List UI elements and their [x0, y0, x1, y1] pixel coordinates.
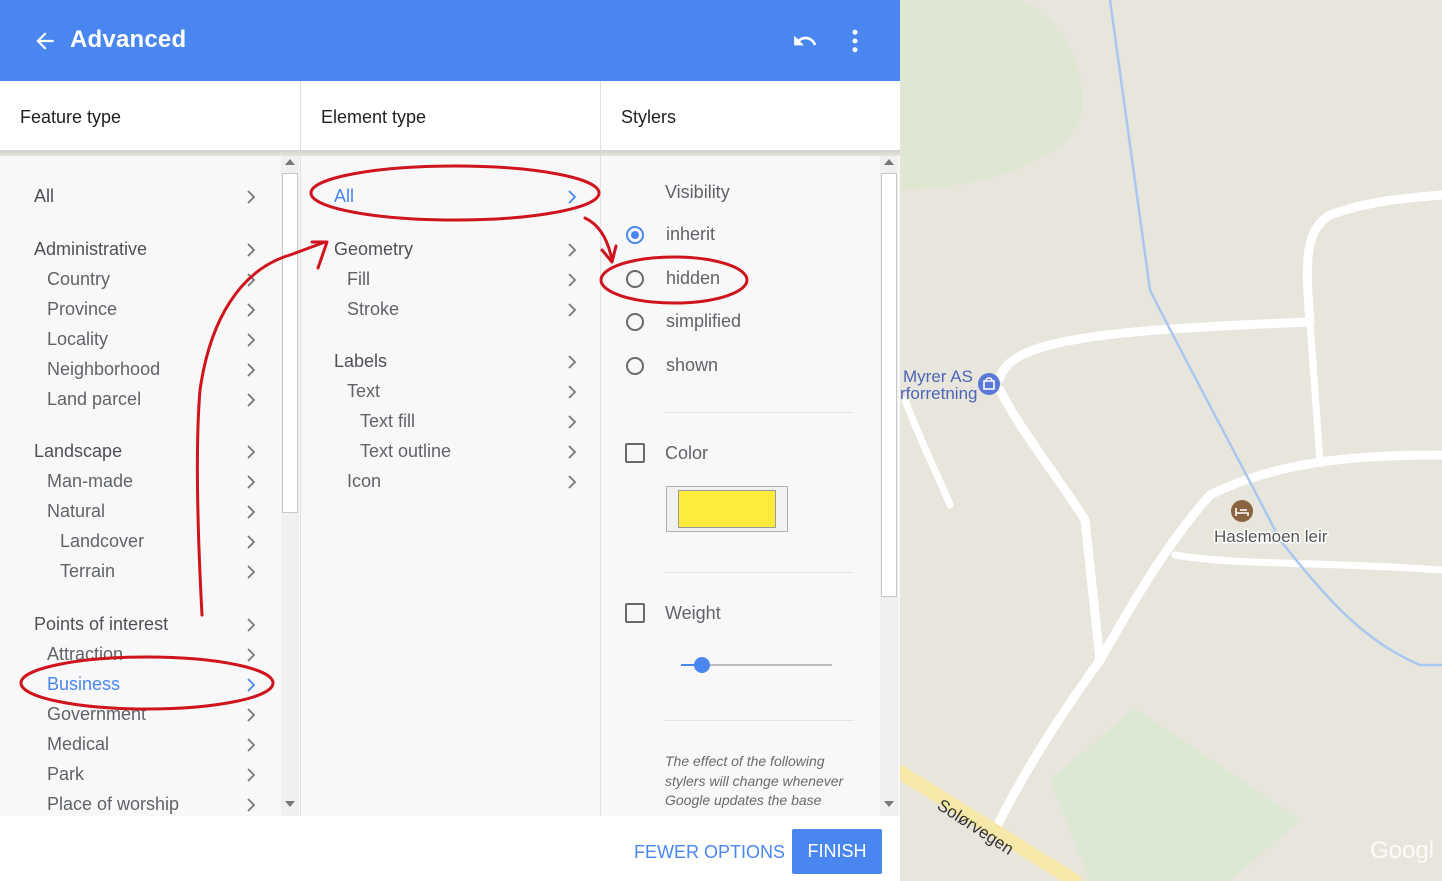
google-watermark: Googl: [1370, 837, 1434, 864]
map-label-haslemoen: Haslemoen leir: [1214, 527, 1328, 546]
annotation-circle-all: [309, 164, 601, 222]
annotation-circle-hidden: [599, 255, 749, 305]
annotation-overlay: [19, 164, 749, 711]
annotation-arrow-1: [195, 240, 327, 617]
shopping-bag-icon[interactable]: [978, 373, 1000, 395]
annotation-circle-business: [19, 655, 275, 711]
annotation-arrow-2: [583, 216, 614, 262]
lodging-icon[interactable]: [1231, 500, 1253, 522]
map-view[interactable]: Myrer AS rforretning Haslemoen leir Solø…: [900, 0, 1442, 881]
map-label-forretning: rforretning: [900, 384, 977, 403]
